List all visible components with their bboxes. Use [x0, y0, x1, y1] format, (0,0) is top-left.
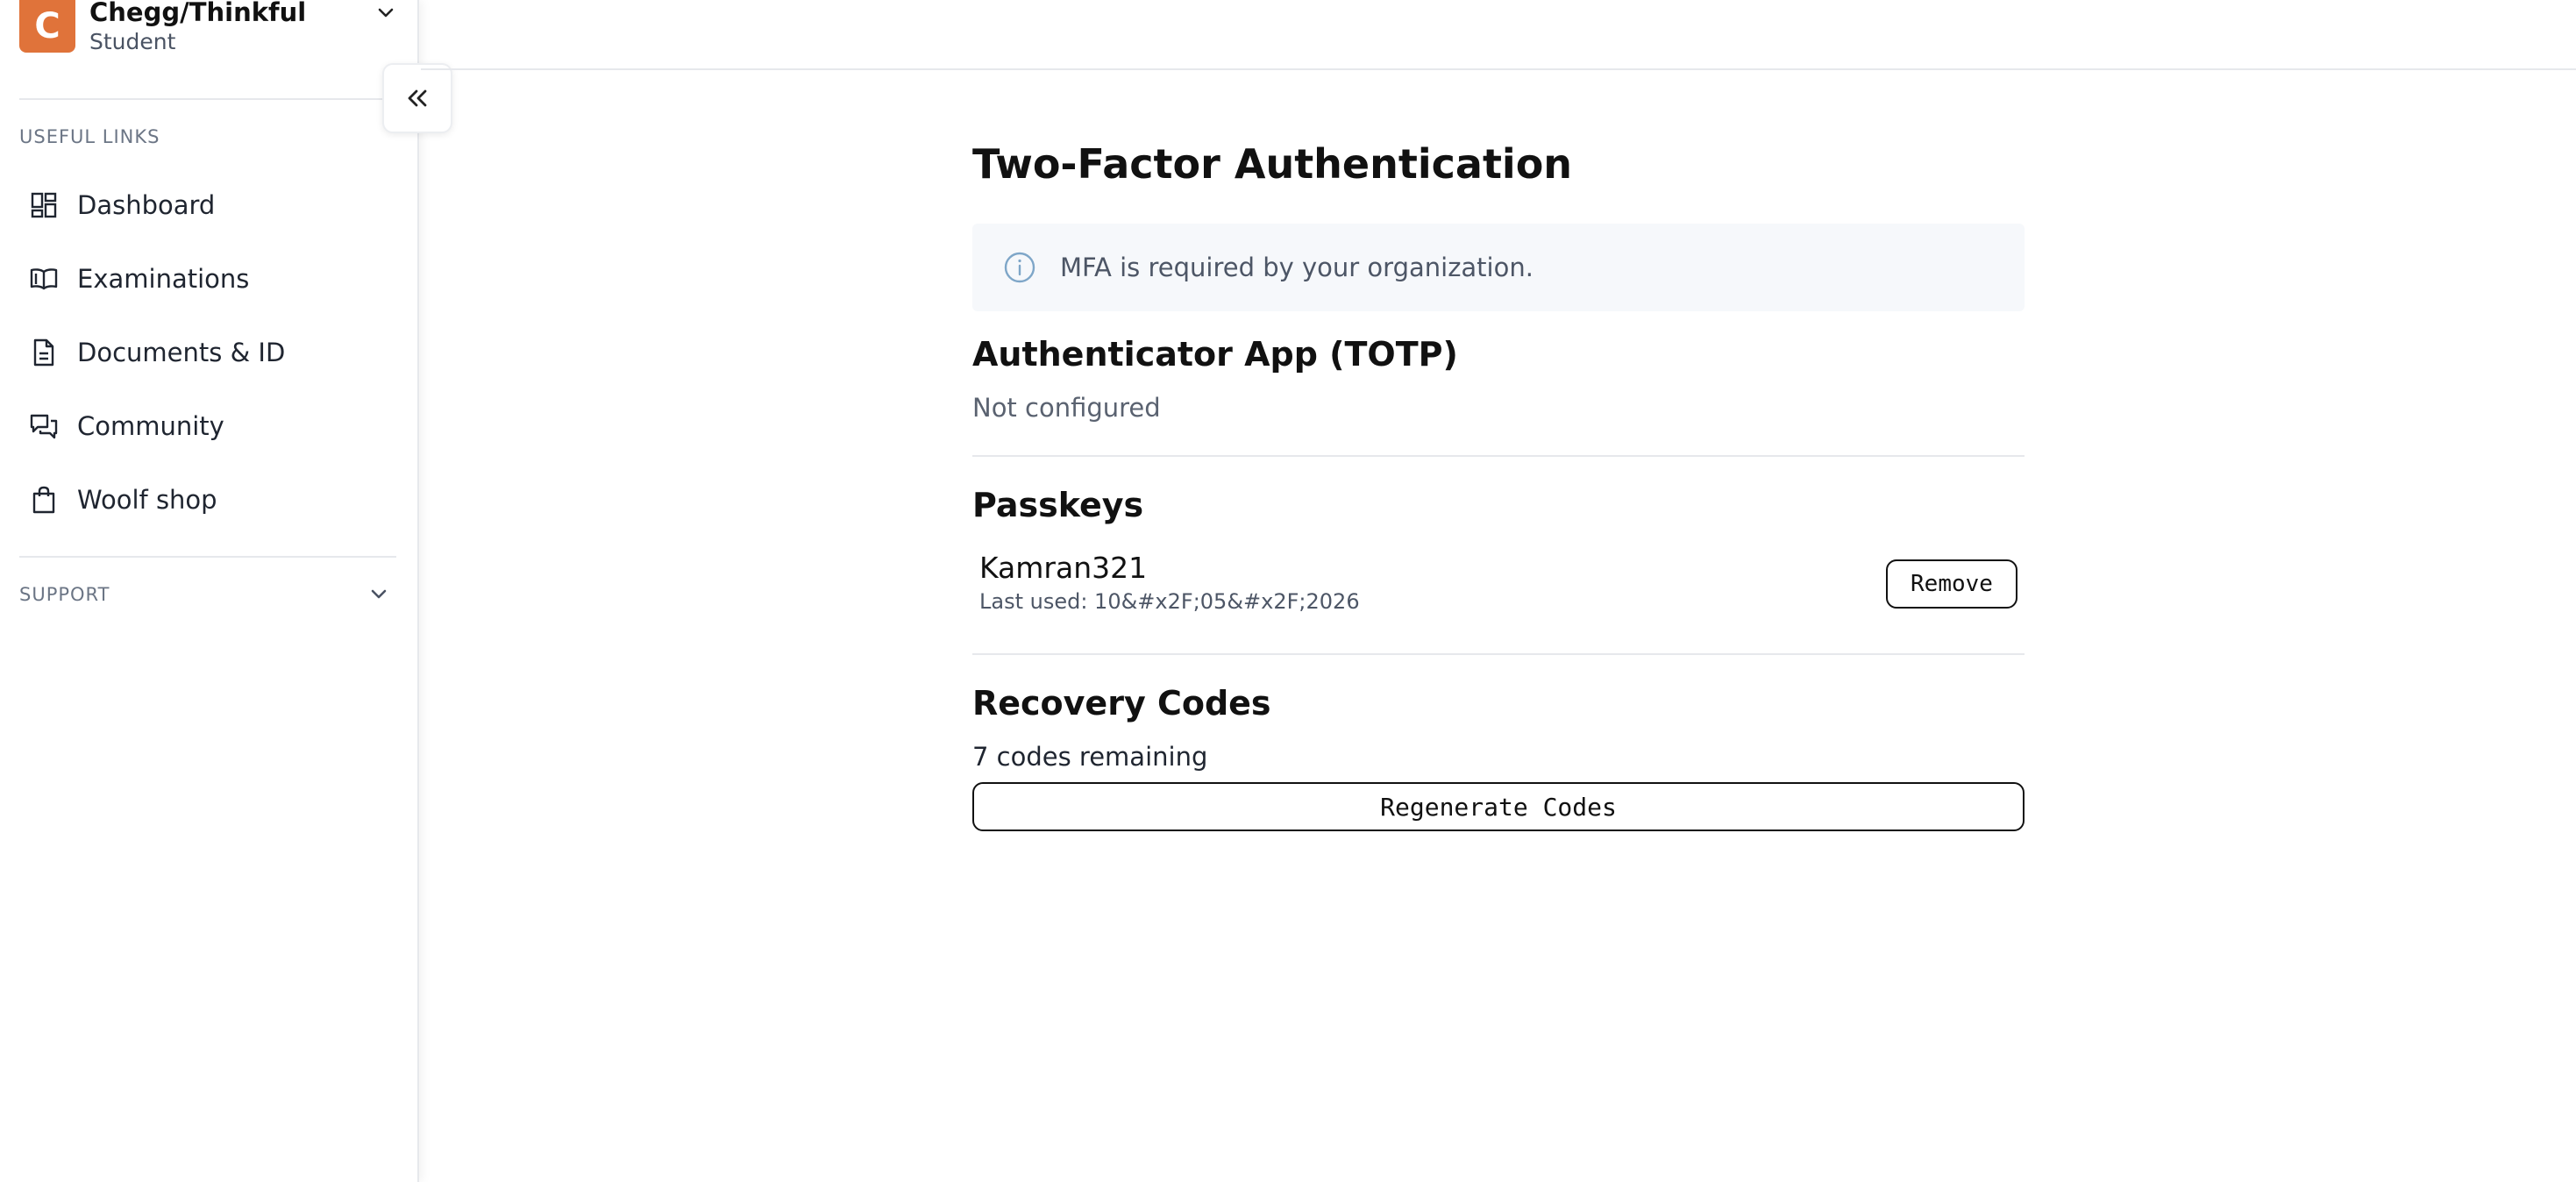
sidebar-item-dashboard[interactable]: Dashboard	[19, 179, 396, 231]
sidebar-divider	[19, 556, 396, 558]
passkey-last-used: Last used: 10&#x2F;05&#x2F;2026	[979, 589, 1360, 614]
document-icon	[26, 335, 61, 370]
sidebar-item-examinations[interactable]: Examinations	[19, 253, 396, 305]
sidebar: C Chegg/Thinkful Student USEFUL LINKS Da…	[0, 0, 419, 1182]
sidebar-item-community[interactable]: Community	[19, 400, 396, 452]
double-chevron-left-icon	[408, 89, 427, 107]
recovery-codes-remaining: 7 codes remaining	[972, 742, 1208, 772]
regenerate-codes-button[interactable]: Regenerate Codes	[972, 782, 2025, 831]
remove-passkey-button[interactable]: Remove	[1886, 559, 2017, 609]
sidebar-item-woolf-shop[interactable]: Woolf shop	[19, 474, 396, 526]
book-icon	[26, 261, 61, 296]
info-banner: MFA is required by your organization.	[972, 224, 2025, 311]
info-icon	[1002, 250, 1037, 285]
header-divider	[421, 68, 2576, 70]
sidebar-item-label: Examinations	[77, 264, 250, 294]
org-text: Chegg/Thinkful Student	[89, 0, 306, 56]
chat-icon	[26, 409, 61, 444]
shopping-bag-icon	[26, 482, 61, 517]
sidebar-item-label: Documents & ID	[77, 338, 286, 367]
sidebar-item-label: Woolf shop	[77, 485, 217, 515]
section-divider	[972, 455, 2025, 457]
collapse-sidebar-button[interactable]	[382, 63, 452, 133]
chevron-down-icon[interactable]	[370, 0, 402, 26]
org-switcher[interactable]: C Chegg/Thinkful Student	[19, 0, 405, 58]
passkey-name: Kamran321	[979, 551, 1148, 585]
sidebar-item-label: Community	[77, 411, 224, 441]
sidebar-divider	[19, 98, 396, 100]
useful-links-heading: USEFUL LINKS	[19, 126, 160, 147]
totp-status: Not configured	[972, 393, 1161, 423]
dashboard-icon	[26, 188, 61, 223]
page-title: Two-Factor Authentication	[972, 140, 1573, 188]
totp-section-title: Authenticator App (TOTP)	[972, 335, 1458, 374]
section-divider	[972, 653, 2025, 655]
recovery-codes-section-title: Recovery Codes	[972, 684, 1271, 723]
org-role: Student	[89, 29, 176, 54]
sidebar-item-label: Dashboard	[77, 190, 216, 220]
org-logo: C	[19, 0, 75, 53]
sidebar-item-documents[interactable]: Documents & ID	[19, 326, 396, 379]
chevron-down-icon[interactable]	[363, 579, 395, 610]
passkeys-section-title: Passkeys	[972, 486, 1144, 524]
info-banner-text: MFA is required by your organization.	[1060, 253, 1534, 282]
support-heading[interactable]: SUPPORT	[19, 584, 110, 605]
org-name: Chegg/Thinkful	[89, 0, 307, 27]
